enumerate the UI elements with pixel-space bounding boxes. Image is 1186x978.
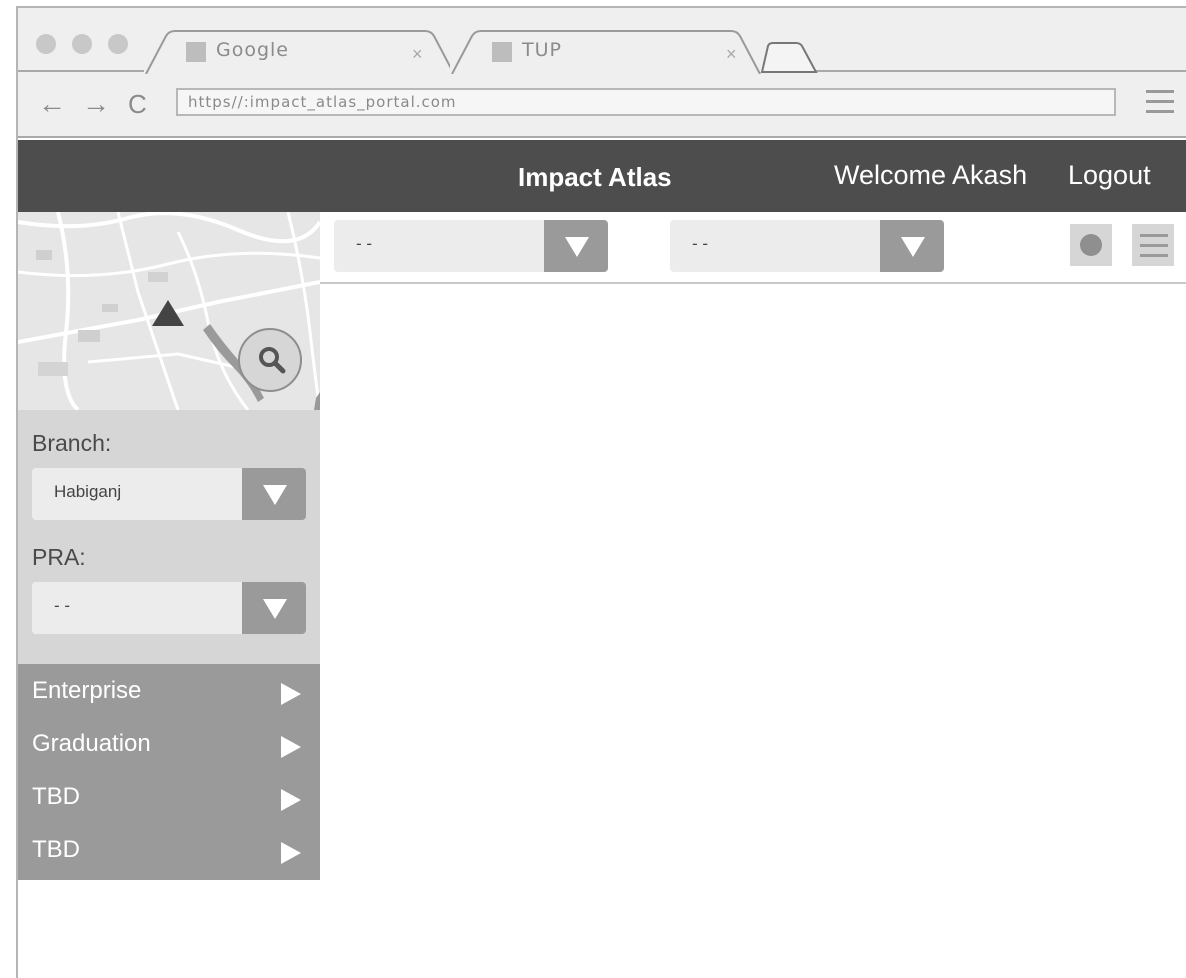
dropdown-arrow[interactable] [242, 468, 306, 520]
reload-icon[interactable]: C [128, 91, 147, 117]
logout-link[interactable]: Logout [1068, 160, 1151, 191]
hamburger-icon [1140, 234, 1168, 264]
sidebar-item-tbd-1[interactable]: TBD [18, 772, 320, 824]
branch-value: Habiganj [54, 482, 122, 501]
main-toolbar: - - - - [320, 212, 1186, 284]
triangle-right-icon [281, 736, 301, 758]
sidebar-item-label: Enterprise [32, 677, 142, 704]
app-header: Impact Atlas Welcome Akash Logout [18, 140, 1186, 212]
circle-icon [1080, 234, 1102, 256]
triangle-down-icon [263, 485, 287, 505]
browser-window: Google × TUP × ← → C https//:impact_atla… [16, 6, 1186, 978]
google-favicon-icon [186, 42, 206, 62]
filter-value: - - [356, 234, 373, 253]
filter-value: - - [692, 234, 709, 253]
triangle-down-icon [263, 599, 287, 619]
triangle-right-icon [281, 842, 301, 864]
search-icon [259, 347, 286, 374]
sidebar-item-label: TBD [32, 783, 80, 810]
pra-value: - - [54, 596, 71, 615]
sidebar-item-graduation[interactable]: Graduation [18, 719, 320, 771]
dropdown-arrow[interactable] [242, 582, 306, 634]
main-filter-select-2[interactable]: - - [670, 220, 944, 272]
url-input[interactable]: https//:impact_atlas_portal.com [176, 88, 1116, 116]
browser-chrome: Google × TUP × ← → C https//:impact_atla… [18, 8, 1186, 138]
location-marker-icon [152, 300, 184, 326]
url-text: https//:impact_atlas_portal.com [188, 93, 457, 111]
sidebar-menu: Enterprise Graduation TBD TBD [18, 664, 320, 880]
pra-label: PRA: [32, 544, 86, 570]
triangle-down-icon [901, 237, 925, 257]
welcome-text: Welcome Akash [834, 160, 1028, 190]
sidebar-item-enterprise[interactable]: Enterprise [18, 666, 320, 718]
forward-arrow-icon[interactable]: → [82, 90, 110, 118]
window-maximize-dot[interactable] [108, 34, 128, 54]
map-thumbnail[interactable] [18, 212, 320, 410]
branch-select[interactable]: Habiganj [32, 468, 306, 520]
pra-select[interactable]: - - [32, 582, 306, 634]
tab-close-icon[interactable]: × [726, 44, 737, 65]
window-minimize-dot[interactable] [72, 34, 92, 54]
sidebar-item-tbd-2[interactable]: TBD [18, 825, 320, 877]
new-tab-button[interactable] [760, 42, 820, 74]
window-close-dot[interactable] [36, 34, 56, 54]
branch-label: Branch: [32, 430, 112, 456]
map-search-button[interactable] [238, 328, 302, 392]
tab-bar: Google × TUP × [18, 8, 1186, 74]
main-content-area [320, 286, 1186, 978]
filter-panel: Branch: Habiganj PRA: - - [18, 410, 320, 664]
browser-menu-icon[interactable] [1146, 90, 1174, 114]
sidebar-item-label: TBD [32, 836, 80, 863]
back-arrow-icon[interactable]: ← [38, 90, 66, 118]
tab-close-icon[interactable]: × [412, 44, 423, 65]
address-bar: ← → C https//:impact_atlas_portal.com [18, 74, 1186, 138]
tab-google[interactable]: Google × [144, 30, 456, 74]
triangle-right-icon [281, 683, 301, 705]
main-filter-select-1[interactable]: - - [334, 220, 608, 272]
tab-label: Google [216, 39, 290, 61]
triangle-down-icon [565, 237, 589, 257]
dropdown-arrow[interactable] [880, 220, 944, 272]
tup-favicon-icon [492, 42, 512, 62]
circle-view-button[interactable] [1070, 224, 1112, 266]
dropdown-arrow[interactable] [544, 220, 608, 272]
tab-label: TUP [522, 39, 562, 61]
tab-tup[interactable]: TUP × [450, 30, 762, 74]
list-view-button[interactable] [1132, 224, 1174, 266]
sidebar-item-label: Graduation [32, 730, 151, 757]
app-title: Impact Atlas [518, 162, 672, 192]
triangle-right-icon [281, 789, 301, 811]
